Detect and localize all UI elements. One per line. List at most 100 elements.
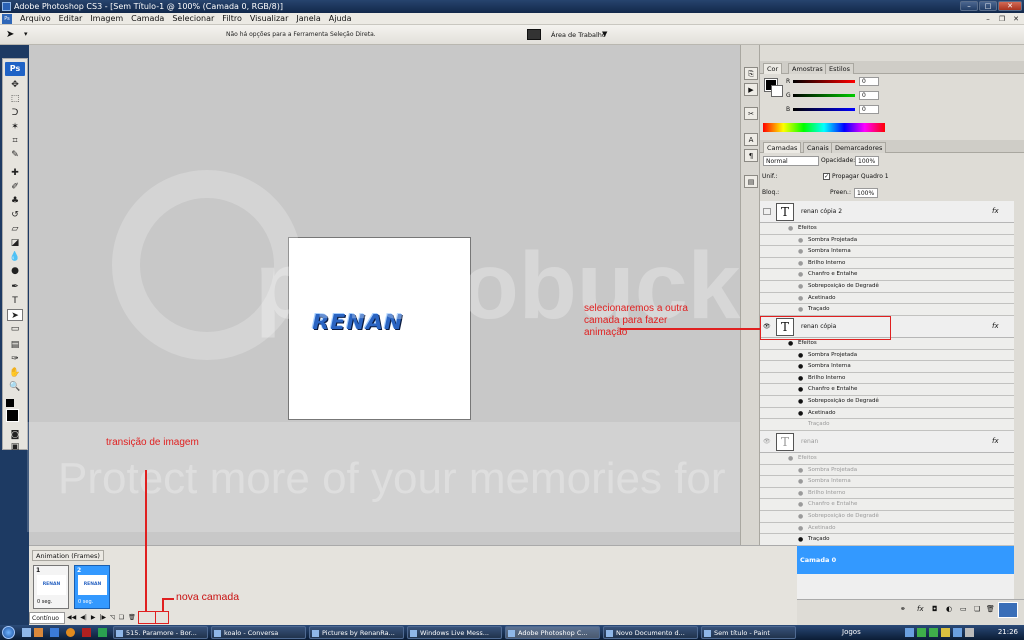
- doc-close-button[interactable]: ✕: [1010, 14, 1022, 24]
- blend-mode-select[interactable]: Normal: [763, 156, 819, 166]
- play-icon[interactable]: ▶: [89, 612, 98, 624]
- eraser-tool-icon[interactable]: ▱: [7, 223, 23, 235]
- tab-amostras[interactable]: Amostras: [788, 63, 827, 74]
- magic-wand-tool-icon[interactable]: ✶: [7, 121, 23, 133]
- animation-frame-1[interactable]: 1 RENAN 0 seg.: [33, 565, 69, 609]
- start-button[interactable]: [2, 626, 15, 639]
- effect-row[interactable]: ● Brilho Interno: [760, 372, 1014, 385]
- tab-animation-frames[interactable]: Animation (Frames): [32, 550, 104, 561]
- default-colors-icon[interactable]: [6, 399, 14, 407]
- lasso-tool-icon[interactable]: ᑐ: [7, 107, 23, 119]
- prev-frame-icon[interactable]: ◀|: [78, 612, 89, 624]
- menu-filtro[interactable]: Filtro: [218, 13, 246, 25]
- menu-janela[interactable]: Janela: [292, 13, 324, 25]
- add-mask-icon[interactable]: ◘: [932, 605, 938, 613]
- eye-icon[interactable]: ●: [798, 525, 803, 532]
- tool-presets-icon[interactable]: ✂: [744, 107, 758, 120]
- effect-row[interactable]: ● Sobreposição de Degradê: [760, 511, 1014, 523]
- eye-icon[interactable]: ●: [798, 513, 803, 520]
- taskbar-item[interactable]: Sem título - Paint: [701, 626, 796, 639]
- effect-row[interactable]: ● Sombra Projetada: [760, 234, 1014, 247]
- clock[interactable]: 21:26: [998, 626, 1018, 639]
- clone-stamp-tool-icon[interactable]: ♣: [7, 195, 23, 207]
- pen-tool-icon[interactable]: ✒: [7, 281, 23, 293]
- eye-icon[interactable]: ●: [798, 536, 803, 543]
- quick-mask-icon[interactable]: ◙: [7, 429, 23, 441]
- effects-group[interactable]: ● Efeitos: [760, 223, 1014, 235]
- new-group-icon[interactable]: ▭: [960, 605, 967, 613]
- maximize-button[interactable]: □: [979, 1, 997, 11]
- effect-row[interactable]: ● Acetinado: [760, 407, 1014, 420]
- effects-group[interactable]: ● Efeitos: [760, 453, 1014, 465]
- r-slider[interactable]: [793, 80, 855, 83]
- eye-icon[interactable]: ●: [788, 225, 793, 232]
- menu-selecionar[interactable]: Selecionar: [168, 13, 218, 25]
- color-spectrum-bar[interactable]: [763, 123, 885, 132]
- eye-icon[interactable]: ●: [798, 295, 803, 302]
- link-layers-icon[interactable]: ⚭: [900, 605, 906, 613]
- dodge-tool-icon[interactable]: ●: [7, 265, 23, 277]
- loop-select[interactable]: Contínuo: [29, 612, 65, 624]
- adjustment-layer-icon[interactable]: ◐: [946, 605, 952, 613]
- slice-tool-icon[interactable]: ✎: [7, 149, 23, 161]
- fill-input[interactable]: 100%: [854, 188, 878, 198]
- zoom-tool-icon[interactable]: 🔍: [7, 381, 23, 393]
- tool-preset-dropdown-icon[interactable]: ▾: [24, 30, 28, 38]
- tab-canais[interactable]: Canais: [803, 142, 833, 153]
- r-value-input[interactable]: 0: [859, 77, 879, 86]
- volume-icon[interactable]: [965, 628, 974, 637]
- gradient-tool-icon[interactable]: ◪: [7, 237, 23, 249]
- b-slider[interactable]: [793, 108, 855, 111]
- eye-icon[interactable]: ●: [798, 283, 803, 290]
- quicklaunch-icon[interactable]: [22, 628, 31, 637]
- taskbar-item[interactable]: Adobe Photoshop C...: [505, 626, 600, 639]
- taskbar-item[interactable]: Pictures by RenanRa...: [309, 626, 404, 639]
- animation-frame-2[interactable]: 2 RENAN 0 seg.: [74, 565, 110, 609]
- fx-icon[interactable]: fx: [992, 322, 999, 330]
- brush-tool-icon[interactable]: ✐: [7, 181, 23, 193]
- shape-tool-icon[interactable]: ▭: [7, 323, 23, 335]
- effect-row[interactable]: ● Brilho Interno: [760, 487, 1014, 500]
- effect-row[interactable]: Traçado: [760, 419, 1014, 431]
- eye-icon[interactable]: ●: [798, 386, 803, 393]
- menu-camada[interactable]: Camada: [127, 13, 168, 25]
- effect-row[interactable]: ● Sobreposição de Degradê: [760, 396, 1014, 408]
- eye-icon[interactable]: ●: [788, 340, 793, 347]
- quicklaunch-icon[interactable]: [50, 628, 59, 637]
- next-frame-icon[interactable]: |▶: [98, 612, 109, 624]
- effect-row[interactable]: ● Acetinado: [760, 522, 1014, 535]
- effect-row[interactable]: ● Chanfro e Entalhe: [760, 384, 1014, 396]
- effect-row[interactable]: ● Acetinado: [760, 292, 1014, 305]
- eye-icon[interactable]: ●: [798, 410, 803, 417]
- blur-tool-icon[interactable]: 💧: [7, 251, 23, 263]
- eye-icon[interactable]: ●: [788, 455, 793, 462]
- eye-icon[interactable]: ●: [798, 306, 803, 313]
- g-slider[interactable]: [793, 94, 855, 97]
- taskbar-item[interactable]: koalo - Conversa: [211, 626, 306, 639]
- history-brush-tool-icon[interactable]: ↺: [7, 209, 23, 221]
- effect-row[interactable]: ● Sombra Interna: [760, 361, 1014, 373]
- firefox-icon[interactable]: [66, 628, 75, 637]
- effect-row[interactable]: ● Chanfro e Entalhe: [760, 499, 1014, 511]
- notes-tool-icon[interactable]: ▤: [7, 339, 23, 351]
- duplicate-frame-icon[interactable]: ❏: [117, 612, 126, 624]
- layer-renan[interactable]: 👁 T renan fx: [760, 431, 1014, 453]
- info-icon[interactable]: ▤: [744, 175, 758, 188]
- chevron-down-icon[interactable]: ▼: [602, 30, 607, 38]
- resize-grip-icon[interactable]: [998, 602, 1018, 618]
- g-value-input[interactable]: 0: [859, 91, 879, 100]
- tray-icon[interactable]: [905, 628, 914, 637]
- close-button[interactable]: ✕: [998, 1, 1022, 11]
- type-tool-icon[interactable]: T: [7, 295, 23, 307]
- fx-icon[interactable]: fx: [992, 437, 999, 445]
- character-icon[interactable]: A: [744, 133, 758, 146]
- propagate-checkbox[interactable]: ✓: [823, 173, 830, 180]
- minimize-button[interactable]: –: [960, 1, 978, 11]
- eye-icon[interactable]: ●: [798, 271, 803, 278]
- doc-restore-button[interactable]: ❐: [996, 14, 1008, 24]
- marquee-tool-icon[interactable]: ⬚: [7, 93, 23, 105]
- foreground-color-swatch[interactable]: [6, 409, 19, 422]
- effect-row[interactable]: ● Sombra Projetada: [760, 464, 1014, 477]
- tab-demarcadores[interactable]: Demarcadores: [831, 142, 887, 153]
- eye-icon[interactable]: ●: [798, 490, 803, 497]
